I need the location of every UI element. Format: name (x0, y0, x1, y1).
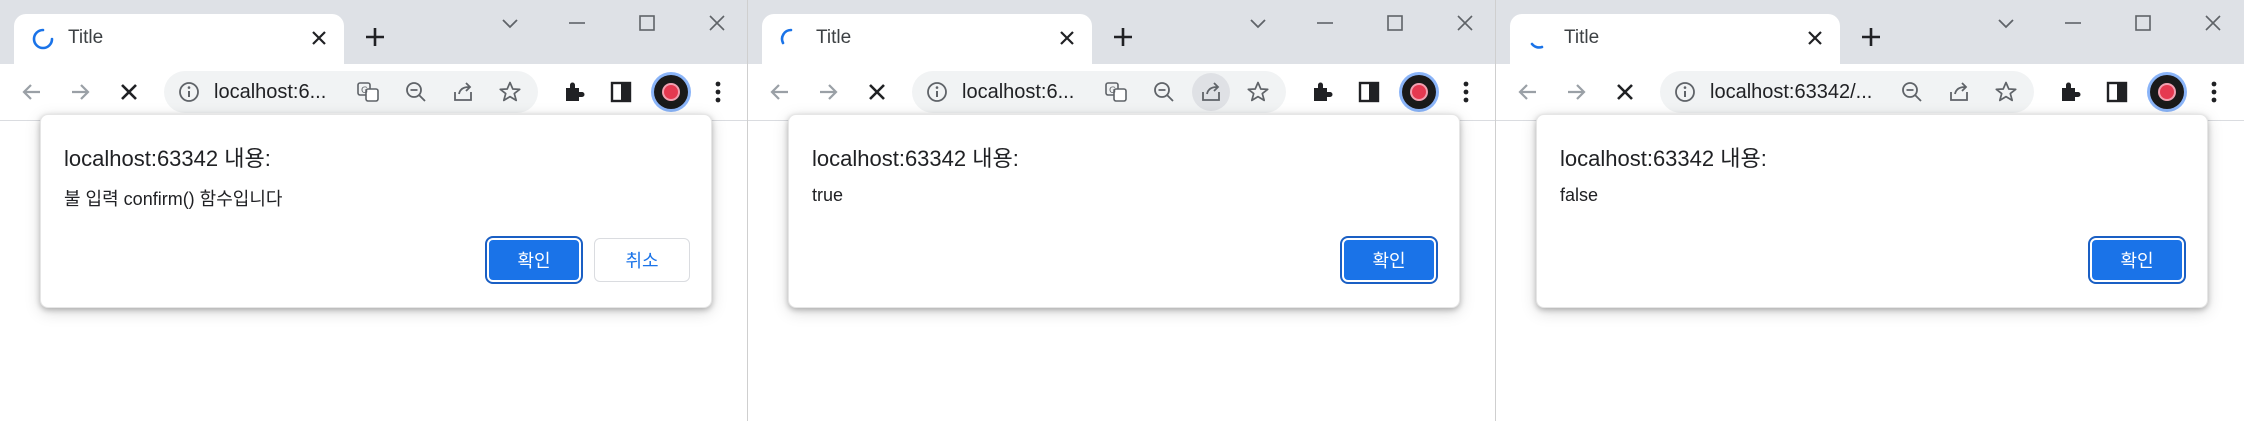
active-tab[interactable]: Title (14, 14, 344, 64)
address-bar[interactable]: localhost:63342/... (1660, 71, 2034, 113)
star-icon[interactable] (1246, 80, 1270, 104)
loading-spinner-icon (32, 28, 54, 50)
avatar-image (2160, 85, 2174, 99)
avatar[interactable] (1402, 75, 1436, 109)
star-icon[interactable] (498, 80, 522, 104)
menu-icon[interactable] (2200, 78, 2228, 106)
close-window-icon[interactable] (706, 12, 728, 34)
forward-icon[interactable] (814, 78, 842, 106)
toolbar: localhost:63342/... (1496, 64, 2244, 121)
extensions-icon[interactable] (1308, 78, 1336, 106)
chevron-down-icon[interactable] (499, 12, 521, 34)
close-icon[interactable] (1056, 27, 1078, 49)
dialog-message: 불 입력 confirm() 함수입니다 (64, 189, 283, 209)
zoom-out-icon[interactable] (1152, 80, 1176, 104)
share-icon[interactable] (451, 80, 475, 104)
toolbar: localhost:6... G (0, 64, 747, 121)
plus-icon[interactable] (362, 24, 388, 50)
menu-icon[interactable] (704, 78, 732, 106)
ok-button[interactable]: 확인 (487, 238, 581, 282)
url-text: localhost:6... (962, 81, 1075, 103)
confirm-dialog: localhost:63342 내용: 불 입력 confirm() 함수입니다… (40, 114, 712, 308)
avatar-image (1412, 85, 1426, 99)
menu-icon[interactable] (1452, 78, 1480, 106)
dialog-message: true (812, 185, 844, 205)
tab-strip: Title (1496, 0, 2244, 64)
url-text: localhost:63342/... (1710, 81, 1873, 103)
translate-icon[interactable]: G (356, 80, 380, 104)
tab-title: Title (1564, 27, 1600, 48)
stop-icon[interactable] (115, 78, 143, 106)
tab-title: Title (68, 27, 104, 48)
alert-dialog: localhost:63342 내용: true 확인 (788, 114, 1460, 308)
close-window-icon[interactable] (1454, 12, 1476, 34)
browser-window-2: Title localhost:6... G localhost:63342 내… (748, 0, 1496, 421)
ok-button[interactable]: 확인 (1342, 238, 1436, 282)
browser-window-1: Title localhost:6... G localhost:63342 내… (0, 0, 748, 421)
minimize-icon[interactable] (2062, 12, 2084, 34)
plus-icon[interactable] (1110, 24, 1136, 50)
active-tab[interactable]: Title (1510, 14, 1840, 64)
cancel-button[interactable]: 취소 (594, 238, 690, 282)
minimize-icon[interactable] (1314, 12, 1336, 34)
maximize-icon[interactable] (1384, 12, 1406, 34)
svg-text:G: G (361, 86, 368, 96)
back-icon[interactable] (1514, 78, 1542, 106)
side-panel-icon[interactable] (607, 78, 635, 106)
dialog-title: localhost:63342 내용: (1560, 146, 1767, 171)
avatar-image (664, 85, 678, 99)
extensions-icon[interactable] (560, 78, 588, 106)
tab-strip: Title (0, 0, 747, 64)
info-icon[interactable] (178, 81, 200, 103)
share-icon[interactable] (1192, 73, 1230, 111)
plus-icon[interactable] (1858, 24, 1884, 50)
close-icon[interactable] (1804, 27, 1826, 49)
avatar[interactable] (2150, 75, 2184, 109)
alert-dialog: localhost:63342 내용: false 확인 (1536, 114, 2208, 308)
chevron-down-icon[interactable] (1995, 12, 2017, 34)
active-tab[interactable]: Title (762, 14, 1092, 64)
loading-spinner-icon (780, 28, 802, 50)
address-bar[interactable]: localhost:6... G (912, 71, 1286, 113)
minimize-icon[interactable] (566, 12, 588, 34)
close-icon[interactable] (308, 27, 330, 49)
side-panel-icon[interactable] (1355, 78, 1383, 106)
address-bar[interactable]: localhost:6... G (164, 71, 538, 113)
info-icon[interactable] (1674, 81, 1696, 103)
side-panel-icon[interactable] (2103, 78, 2131, 106)
forward-icon[interactable] (66, 78, 94, 106)
stop-icon[interactable] (863, 78, 891, 106)
toolbar: localhost:6... G (748, 64, 1495, 121)
extensions-icon[interactable] (2056, 78, 2084, 106)
tab-title: Title (816, 27, 852, 48)
stop-icon[interactable] (1611, 78, 1639, 106)
svg-text:G: G (1109, 86, 1116, 96)
dialog-message: false (1560, 185, 1599, 205)
browser-window-3: Title localhost:63342/... localhost:6334… (1496, 0, 2244, 421)
url-text: localhost:6... (214, 81, 327, 103)
close-window-icon[interactable] (2202, 12, 2224, 34)
tab-strip: Title (748, 0, 1495, 64)
browser-windows: Title localhost:6... G localhost:63342 내… (0, 0, 2244, 421)
back-icon[interactable] (18, 78, 46, 106)
forward-icon[interactable] (1562, 78, 1590, 106)
share-icon[interactable] (1947, 80, 1971, 104)
maximize-icon[interactable] (636, 12, 658, 34)
back-icon[interactable] (766, 78, 794, 106)
dialog-title: localhost:63342 내용: (64, 146, 271, 171)
ok-button[interactable]: 확인 (2090, 238, 2184, 282)
translate-icon[interactable]: G (1104, 80, 1128, 104)
info-icon[interactable] (926, 81, 948, 103)
avatar[interactable] (654, 75, 688, 109)
dialog-title: localhost:63342 내용: (812, 146, 1019, 171)
loading-spinner-icon (1528, 28, 1550, 50)
zoom-out-icon[interactable] (404, 80, 428, 104)
chevron-down-icon[interactable] (1247, 12, 1269, 34)
maximize-icon[interactable] (2132, 12, 2154, 34)
zoom-out-icon[interactable] (1900, 80, 1924, 104)
star-icon[interactable] (1994, 80, 2018, 104)
